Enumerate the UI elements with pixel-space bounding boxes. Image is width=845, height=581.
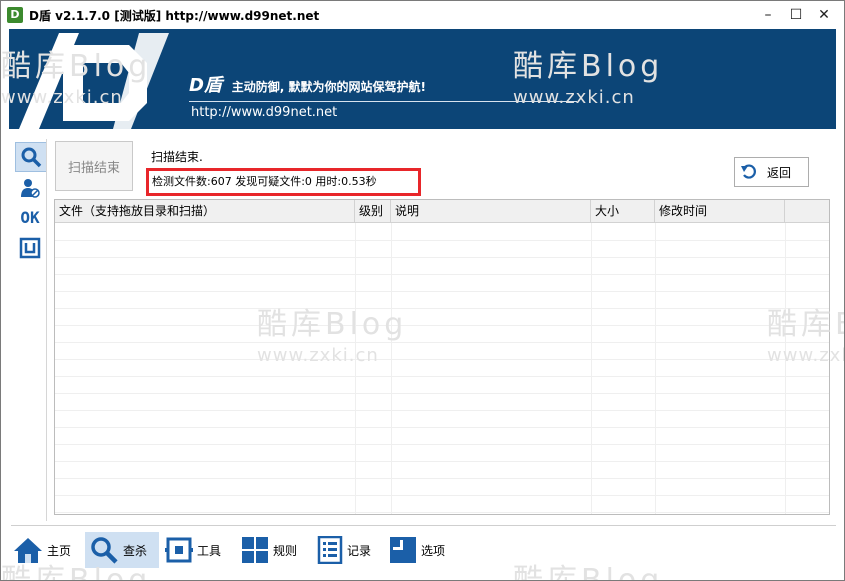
table-row-separator <box>55 240 829 241</box>
nav-rules-label: 规则 <box>273 543 298 558</box>
nav-options[interactable]: 选项 <box>389 532 455 568</box>
nav-divider <box>11 525 836 526</box>
tools-icon <box>165 537 193 563</box>
header-banner: D盾 主动防御, 默默为你的网站保驾护航! http://www.d99net.… <box>9 29 836 129</box>
table-row-separator <box>55 495 829 496</box>
scan-summary: 检测文件数:607 发现可疑文件:0 用时:0.53秒 <box>146 168 421 196</box>
table-row-separator <box>55 461 829 462</box>
column-file[interactable]: 文件（支持拖放目录和扫描） <box>55 200 355 222</box>
back-button[interactable]: 返回 <box>734 157 809 187</box>
nav-records-label: 记录 <box>347 543 372 558</box>
nav-scan[interactable]: 查杀 <box>85 532 159 568</box>
results-table[interactable]: 文件（支持拖放目录和扫描） 级别 说明 大小 修改时间 <box>54 199 830 515</box>
app-icon: D <box>7 7 23 23</box>
sidebar-divider <box>46 139 47 521</box>
table-row-separator <box>55 359 829 360</box>
table-row-separator <box>55 393 829 394</box>
d-logo-icon <box>19 33 169 129</box>
sidebar-scan[interactable] <box>15 142 47 172</box>
sidebar-user-protect[interactable] <box>15 174 45 202</box>
watermark: 酷库Blog <box>513 555 664 581</box>
table-row-separator <box>55 342 829 343</box>
title-bar[interactable]: D D盾 v2.1.7.0 [测试版] http://www.d99net.ne… <box>1 1 844 29</box>
sidebar-ok[interactable]: OK <box>15 203 45 231</box>
maximize-button[interactable]: ☐ <box>781 1 811 29</box>
grid-icon <box>242 537 268 563</box>
column-divider <box>591 223 592 514</box>
search-icon <box>91 537 118 564</box>
column-divider <box>391 223 392 514</box>
column-size[interactable]: 大小 <box>591 200 655 222</box>
table-row-separator <box>55 427 829 428</box>
nav-home[interactable]: 主页 <box>13 532 81 568</box>
table-row-separator <box>55 376 829 377</box>
bracket-box-icon <box>19 237 41 259</box>
brand-url: http://www.d99net.net <box>191 105 338 120</box>
nav-records[interactable]: 记录 <box>317 532 383 568</box>
nav-home-label: 主页 <box>47 543 72 558</box>
column-description[interactable]: 说明 <box>391 200 591 222</box>
table-row-separator <box>55 512 829 513</box>
table-row-separator <box>55 308 829 309</box>
table-row-separator <box>55 274 829 275</box>
nav-scan-label: 查杀 <box>123 543 148 558</box>
column-divider <box>655 223 656 514</box>
table-header: 文件（支持拖放目录和扫描） 级别 说明 大小 修改时间 <box>55 200 829 223</box>
options-icon <box>390 537 416 563</box>
column-divider <box>785 223 786 514</box>
table-row-separator <box>55 257 829 258</box>
brand-slogan: 主动防御, 默默为你的网站保驾护航! <box>231 80 426 94</box>
home-icon <box>14 538 42 563</box>
app-window: D D盾 v2.1.7.0 [测试版] http://www.d99net.ne… <box>0 0 845 581</box>
watermark-title: 酷库Blog <box>513 563 664 581</box>
magnifier-icon <box>21 147 42 168</box>
table-row-separator <box>55 291 829 292</box>
scan-button[interactable]: 扫描结束 <box>55 141 133 191</box>
column-modified-time[interactable]: 修改时间 <box>655 200 785 222</box>
minimize-button[interactable]: – <box>753 1 783 29</box>
brand-name: D盾 <box>189 75 222 96</box>
table-row-separator <box>55 444 829 445</box>
column-level[interactable]: 级别 <box>355 200 391 222</box>
ok-icon: OK <box>20 207 40 227</box>
table-row-separator <box>55 325 829 326</box>
window-title: D盾 v2.1.7.0 [测试版] http://www.d99net.net <box>29 9 320 23</box>
column-divider <box>355 223 356 514</box>
nav-options-label: 选项 <box>421 543 446 558</box>
nav-tools[interactable]: 工具 <box>165 532 231 568</box>
list-icon <box>317 536 343 564</box>
back-label: 返回 <box>767 165 792 180</box>
close-button[interactable]: ✕ <box>809 1 839 29</box>
brand-line: D盾 主动防御, 默默为你的网站保驾护航! <box>189 71 426 97</box>
brand-divider <box>189 101 577 102</box>
table-row-separator <box>55 478 829 479</box>
sidebar-bracket[interactable] <box>15 234 45 262</box>
scan-status: 扫描结束. <box>151 150 203 164</box>
nav-rules[interactable]: 规则 <box>241 532 307 568</box>
undo-icon <box>741 164 756 179</box>
nav-tools-label: 工具 <box>197 543 222 558</box>
table-row-separator <box>55 410 829 411</box>
user-shield-icon <box>21 179 40 198</box>
